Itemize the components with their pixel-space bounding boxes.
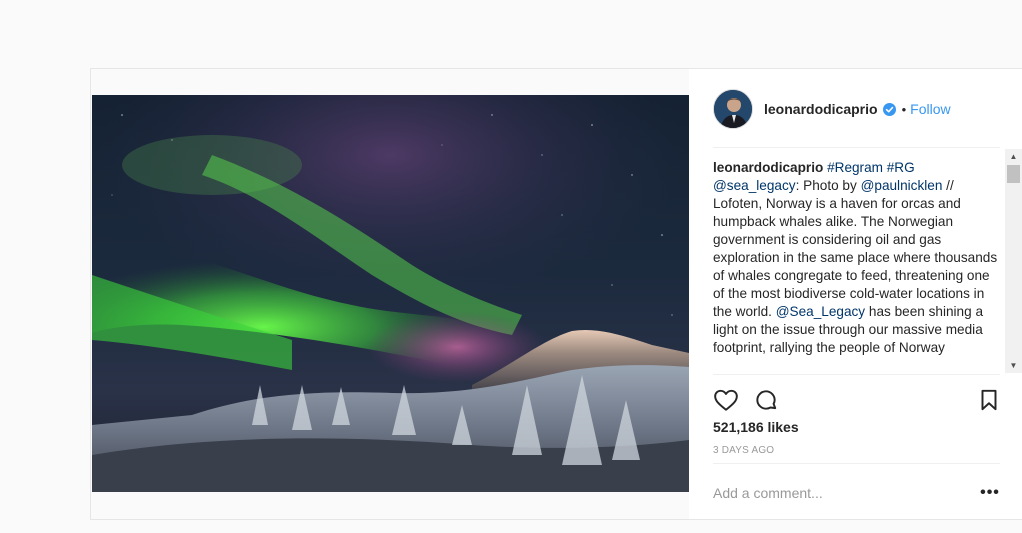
comment-icon[interactable] [753,387,779,413]
caption-hashtags[interactable]: #Regram #RG [827,160,915,175]
media-area [91,69,689,519]
caption-text-2: // Lofoten, Norway is a haven for orcas … [713,178,998,319]
divider [713,147,1000,148]
separator-dot: • [901,101,907,117]
post-sidebar: leonardodicaprio • Follow leonardodicapr… [689,69,1022,519]
post-photo[interactable] [92,95,689,492]
action-bar [713,385,1000,413]
verified-badge-icon [882,102,896,116]
bookmark-icon[interactable] [976,387,1002,413]
caption-text-1: : Photo by [795,178,861,193]
caption-mention-sea-legacy-2[interactable]: @Sea_Legacy [776,304,865,319]
instagram-post: leonardodicaprio • Follow leonardodicapr… [90,68,1022,520]
follow-button[interactable]: Follow [910,101,950,117]
scroll-up-arrow-icon[interactable]: ▲ [1005,149,1022,164]
caption-username[interactable]: leonardodicaprio [713,160,823,175]
more-options-icon[interactable]: ••• [975,477,1005,509]
username[interactable]: leonardodicaprio [764,101,878,117]
heart-icon[interactable] [713,387,739,413]
caption-container[interactable]: leonardodicaprio #Regram #RG @sea_legacy… [713,159,1001,376]
caption-mention-sea-legacy[interactable]: @sea_legacy [713,178,796,193]
caption-scrollbar[interactable]: ▲ ▼ [1005,149,1022,373]
likes-count[interactable]: 521,186 likes [713,419,799,435]
avatar-photo [714,90,752,128]
comment-input[interactable] [713,477,963,509]
caption-mention-paulnicklen[interactable]: @paulnicklen [861,178,943,193]
caption-text: leonardodicaprio #Regram #RG @sea_legacy… [713,159,1001,357]
scroll-thumb[interactable] [1007,165,1020,183]
post-timestamp[interactable]: 3 DAYS AGO [713,445,774,456]
post-header: leonardodicaprio • Follow [713,87,951,131]
aurora-photo-graphic [92,95,689,492]
divider [713,463,1000,464]
divider [713,374,1000,375]
scroll-down-arrow-icon[interactable]: ▼ [1005,358,1022,373]
avatar[interactable] [713,89,753,129]
